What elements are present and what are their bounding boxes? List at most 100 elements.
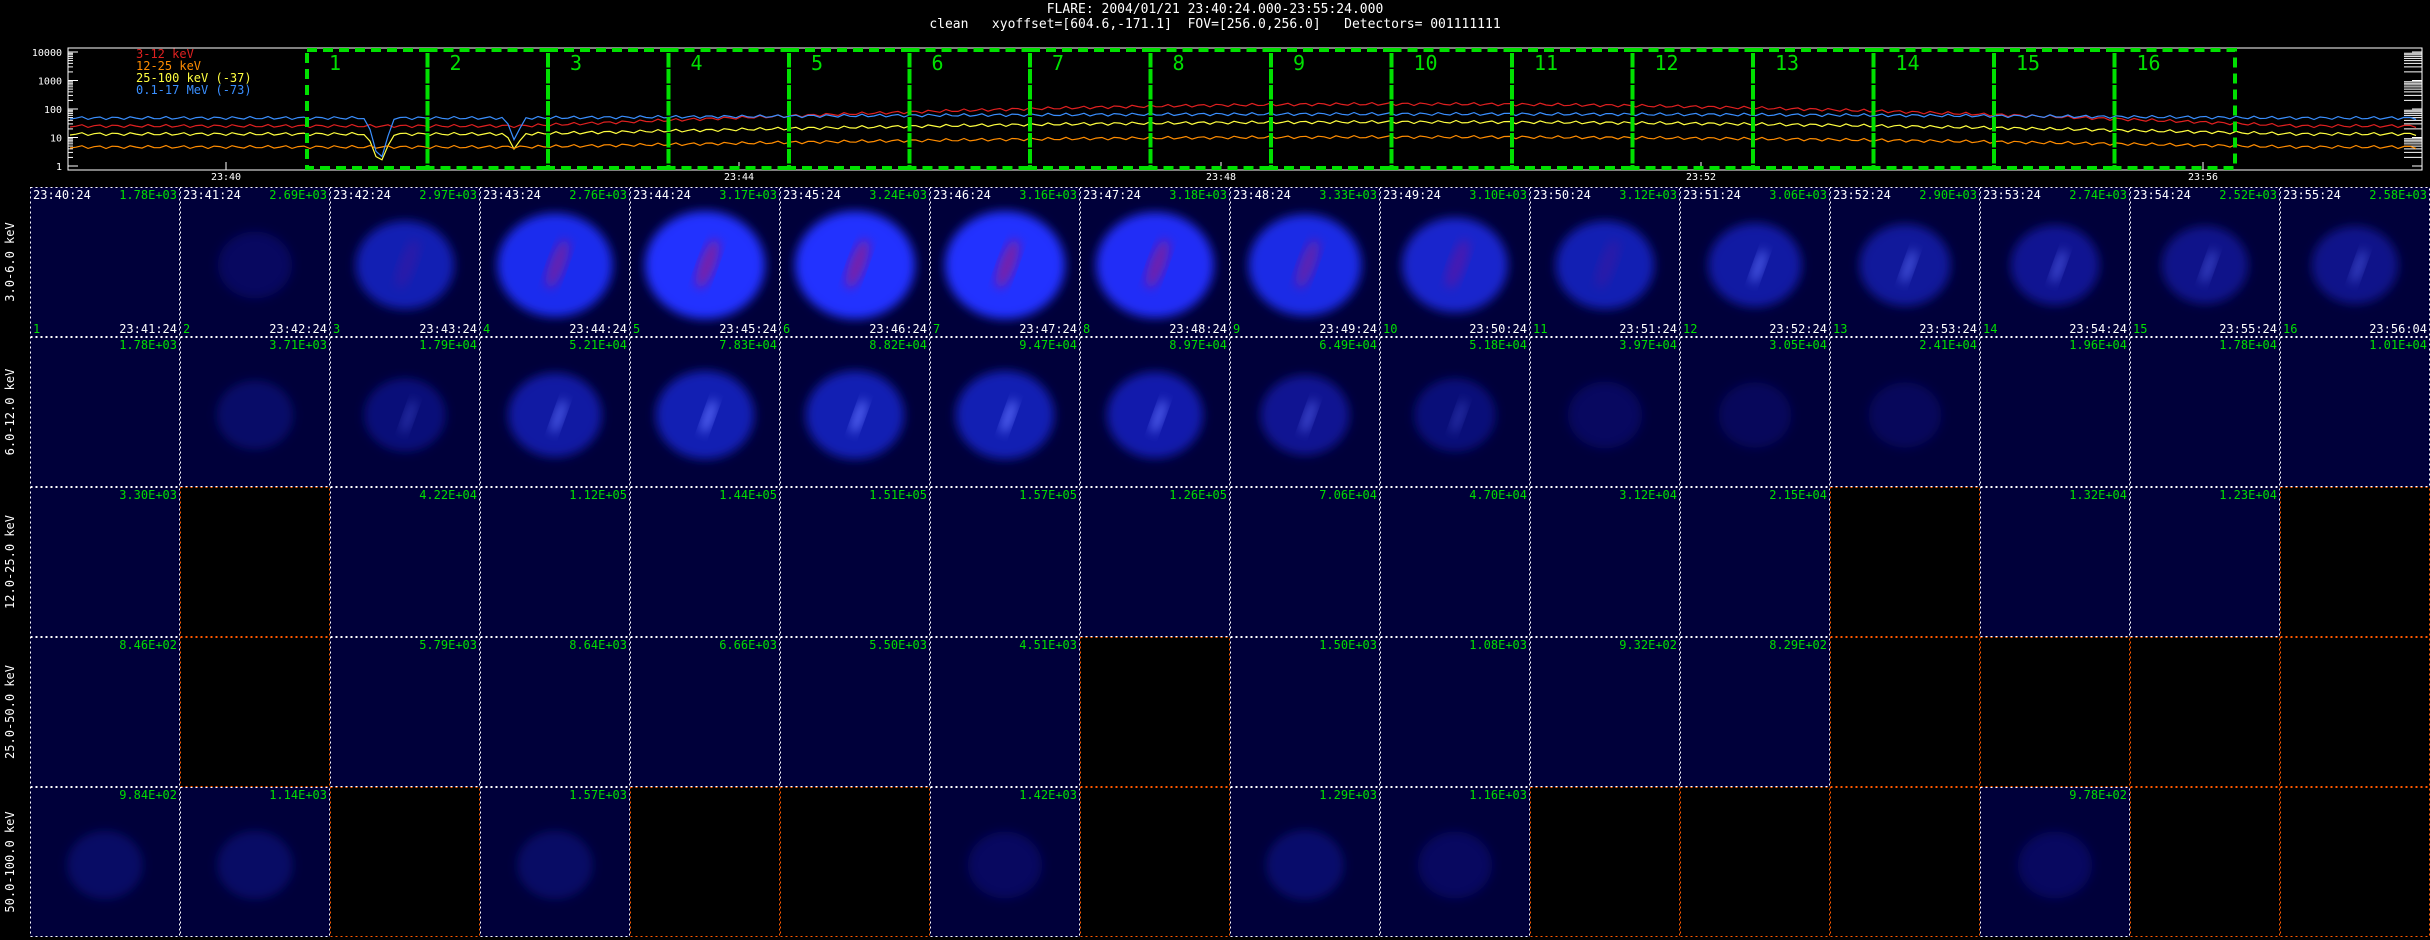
source-blob (1417, 831, 1493, 899)
image-cell: 3.18E+03 23:47:24 23:48:24 8 (1080, 187, 1230, 337)
image-cell: 1.08E+03 (1380, 637, 1530, 787)
max-value-label: 3.71E+03 (269, 338, 327, 352)
max-value-label: 3.17E+03 (719, 188, 777, 202)
image-cell: 8.97E+04 (1080, 337, 1230, 487)
max-value-label: 8.82E+04 (869, 338, 927, 352)
end-time-label: 23:44:24 (569, 322, 627, 336)
start-time-label: 23:46:24 (933, 188, 991, 202)
cell-background (1380, 637, 1530, 787)
max-value-label: 5.21E+04 (569, 338, 627, 352)
image-cell: 3.30E+03 (30, 487, 180, 637)
end-time-label: 23:46:24 (869, 322, 927, 336)
image-cell: 1.32E+04 (1980, 487, 2130, 637)
end-time-label: 23:55:24 (2219, 322, 2277, 336)
interval-index: 8 (1083, 322, 1090, 336)
image-cell: 1.57E+05 (930, 487, 1080, 637)
image-cell (1530, 787, 1680, 937)
image-cell: 3.16E+03 23:46:24 23:47:24 7 (930, 187, 1080, 337)
cell-background (1830, 487, 1980, 637)
max-value-label: 1.57E+03 (569, 788, 627, 802)
interval-index: 4 (483, 322, 490, 336)
max-value-label: 1.23E+04 (2219, 488, 2277, 502)
source-blob (1718, 382, 1792, 448)
image-cell (2280, 487, 2430, 637)
image-cell: 9.78E+02 (1980, 787, 2130, 937)
max-value-label: 3.33E+03 (1319, 188, 1377, 202)
image-cell: 5.50E+03 (780, 637, 930, 787)
max-value-label: 1.50E+03 (1319, 638, 1377, 652)
image-cell: 2.97E+03 23:42:24 23:43:24 3 (330, 187, 480, 337)
cell-background (180, 487, 330, 637)
start-time-label: 23:43:24 (483, 188, 541, 202)
energy-band-label: 25.0-50.0 keV (3, 665, 17, 759)
max-value-label: 5.50E+03 (869, 638, 927, 652)
max-value-label: 1.57E+05 (1019, 488, 1077, 502)
image-cell: 8.29E+02 (1680, 637, 1830, 787)
image-cell (780, 787, 930, 937)
interval-index: 12 (1683, 322, 1697, 336)
image-cell (1080, 787, 1230, 937)
cell-background (1530, 787, 1680, 937)
max-value-label: 1.14E+03 (269, 788, 327, 802)
image-cell: 3.24E+03 23:45:24 23:46:24 6 (780, 187, 930, 337)
source-blob (217, 231, 293, 299)
cell-background (780, 487, 930, 637)
image-cell: 2.74E+03 23:53:24 23:54:24 14 (1980, 187, 2130, 337)
max-value-label: 2.41E+04 (1919, 338, 1977, 352)
cell-background (2280, 787, 2430, 937)
max-value-label: 3.24E+03 (869, 188, 927, 202)
cell-background (30, 187, 180, 337)
source-blob (1868, 382, 1942, 448)
energy-band-label: 3.0-6.0 keV (3, 222, 17, 301)
interval-index: 11 (1533, 322, 1547, 336)
interval-index: 9 (1233, 322, 1240, 336)
image-cell: 4.51E+03 (930, 637, 1080, 787)
image-cell: 1.01E+04 (2280, 337, 2430, 487)
image-cell: 9.47E+04 (930, 337, 1080, 487)
image-cell (1830, 637, 1980, 787)
image-cell: 1.57E+03 (480, 787, 630, 937)
energy-band-label: 6.0-12.0 keV (3, 369, 17, 456)
cell-background (780, 787, 930, 937)
source-blob (2017, 831, 2093, 899)
image-cell (2130, 637, 2280, 787)
image-cell: 7.83E+04 (630, 337, 780, 487)
cell-background (2280, 487, 2430, 637)
source-blob (67, 830, 143, 900)
image-cell: 3.97E+04 (1530, 337, 1680, 487)
source-blob (217, 830, 293, 900)
max-value-label: 1.44E+05 (719, 488, 777, 502)
max-value-label: 2.76E+03 (569, 188, 627, 202)
max-value-label: 3.16E+03 (1019, 188, 1077, 202)
end-time-label: 23:43:24 (419, 322, 477, 336)
cell-background (1830, 787, 1980, 937)
image-cell: 9.32E+02 (1530, 637, 1680, 787)
cell-background (1980, 637, 2130, 787)
max-value-label: 4.70E+04 (1469, 488, 1527, 502)
cell-background (30, 637, 180, 787)
max-value-label: 9.84E+02 (119, 788, 177, 802)
source-blob (967, 831, 1043, 899)
max-value-label: 5.18E+04 (1469, 338, 1527, 352)
cell-background (1080, 487, 1230, 637)
start-time-label: 23:45:24 (783, 188, 841, 202)
start-time-label: 23:42:24 (333, 188, 391, 202)
image-cell: 2.41E+04 (1830, 337, 1980, 487)
cell-background (1680, 637, 1830, 787)
end-time-label: 23:51:24 (1619, 322, 1677, 336)
interval-index: 15 (2133, 322, 2147, 336)
max-value-label: 2.74E+03 (2069, 188, 2127, 202)
max-value-label: 2.15E+04 (1769, 488, 1827, 502)
image-cell (2130, 787, 2280, 937)
cell-background (630, 787, 780, 937)
cell-background (2280, 637, 2430, 787)
image-cell: 5.18E+04 (1380, 337, 1530, 487)
cell-background (2130, 637, 2280, 787)
interval-index: 1 (33, 322, 40, 336)
image-cell: 2.58E+03 23:55:24 23:56:04 16 (2280, 187, 2430, 337)
image-cell: 1.16E+03 (1380, 787, 1530, 937)
cell-background (330, 487, 480, 637)
cell-background (330, 637, 480, 787)
end-time-label: 23:41:24 (119, 322, 177, 336)
max-value-label: 1.96E+04 (2069, 338, 2127, 352)
